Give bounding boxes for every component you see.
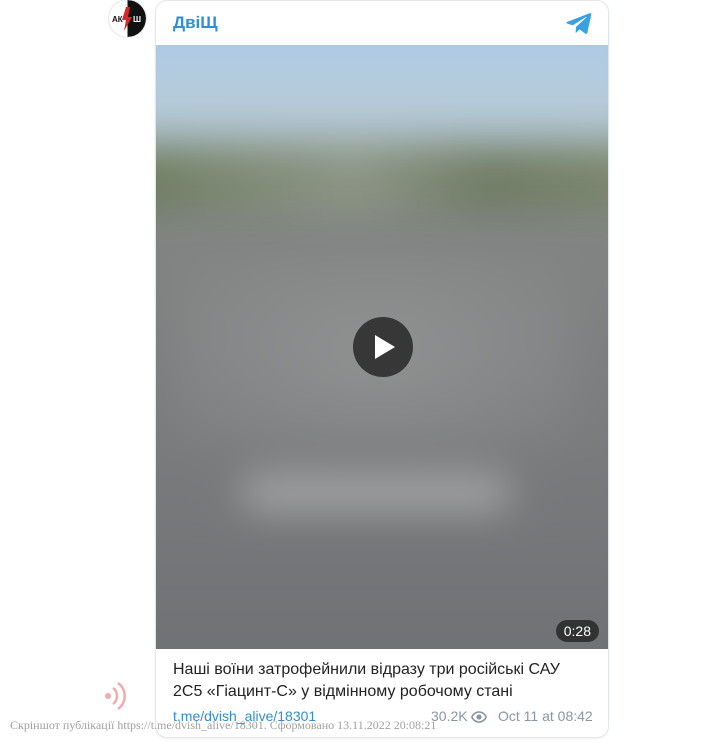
channel-logo-icon: АК Ш [109, 0, 146, 37]
eye-icon [471, 711, 487, 723]
video-duration: 0:28 [555, 620, 599, 642]
svg-text:АК: АК [112, 15, 123, 24]
svg-text:Ш: Ш [133, 15, 141, 24]
telegram-icon[interactable] [566, 11, 592, 35]
view-count: 30.2K [431, 708, 468, 724]
post-header: ДвіЩ [156, 1, 608, 45]
post-caption: Наші воїни затрофейнили відразу три росі… [173, 661, 560, 700]
radio-waves-icon [103, 680, 127, 712]
telegram-embed-page: АК Ш ДвіЩ 0:28 Наші воїни затрофейнили в… [0, 0, 720, 743]
play-button[interactable] [353, 317, 413, 377]
channel-avatar[interactable]: АК Ш [109, 0, 146, 37]
screenshot-watermark: Скріншот публікації https://t.me/dvish_a… [10, 718, 437, 732]
post-card: ДвіЩ 0:28 Наші воїни затрофейнили відраз… [155, 0, 609, 738]
video-player[interactable]: 0:28 [156, 45, 608, 649]
play-icon [375, 335, 395, 359]
post-date[interactable]: Oct 11 at 08:42 [498, 708, 593, 724]
channel-name-link[interactable]: ДвіЩ [173, 13, 218, 33]
